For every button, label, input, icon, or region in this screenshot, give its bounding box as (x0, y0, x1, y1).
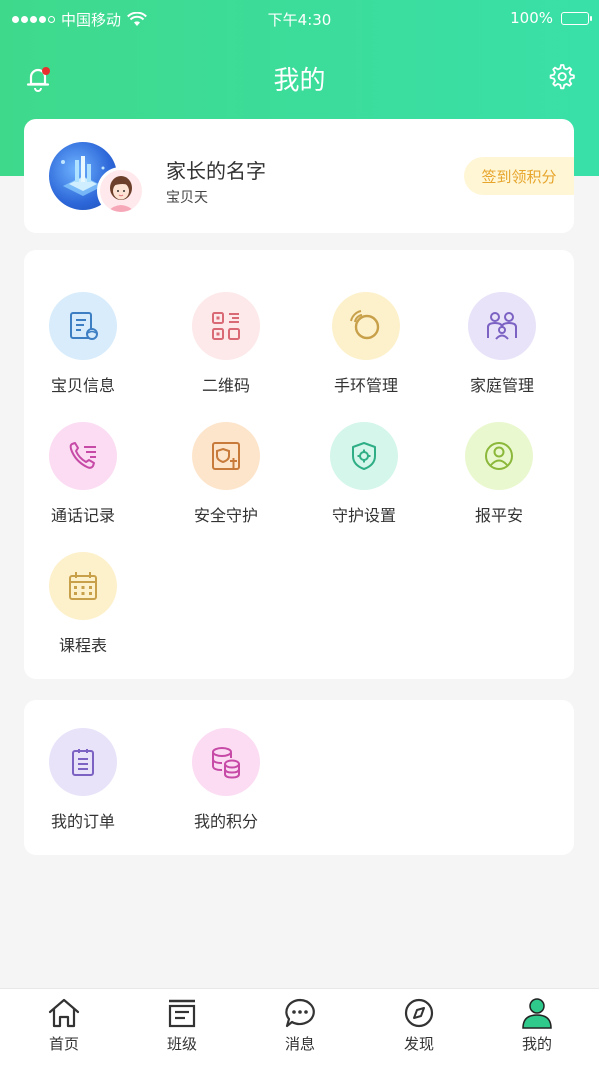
menu-item-guard-settings[interactable]: 守护设置 (304, 422, 424, 526)
bracelet-icon (332, 292, 400, 360)
bottom-tab-bar: 首页 班级 消息 发现 我的 (0, 988, 599, 1066)
tab-label: 班级 (166, 1035, 197, 1053)
menu-item-label: 家庭管理 (469, 376, 534, 395)
menu-item-label: 通话记录 (50, 506, 115, 525)
feature-menu-card: 宝贝信息 二维码 手环管理 家庭管理 通话记录 安全守护 守护设置 报平安 课程… (24, 250, 574, 679)
safety-icon (192, 422, 260, 490)
menu-item-family[interactable]: 家庭管理 (442, 292, 562, 396)
menu-item-baby-info[interactable]: 宝贝信息 (23, 292, 143, 396)
menu-item-schedule[interactable]: 课程表 (23, 552, 143, 656)
menu-item-orders[interactable]: 我的订单 (23, 728, 143, 832)
menu-item-label: 宝贝信息 (50, 376, 115, 395)
guard-settings-icon (330, 422, 398, 490)
tab-mine[interactable]: 我的 (497, 997, 577, 1054)
menu-item-label: 我的订单 (50, 812, 115, 831)
menu-item-safety[interactable]: 安全守护 (166, 422, 286, 526)
tab-label: 我的 (521, 1035, 552, 1053)
page-title: 我的 (273, 66, 326, 96)
orders-card: 我的订单 我的积分 (24, 700, 574, 855)
menu-item-label: 安全守护 (193, 506, 258, 525)
qr-code-icon (192, 292, 260, 360)
checkin-button[interactable]: 签到领积分 (464, 157, 574, 195)
tab-label: 首页 (48, 1035, 79, 1053)
menu-item-label: 二维码 (201, 376, 250, 395)
menu-item-bracelet[interactable]: 手环管理 (306, 292, 426, 396)
girl-avatar-icon (107, 176, 135, 212)
child-name: 宝贝天 (166, 190, 208, 206)
menu-item-label: 守护设置 (331, 506, 396, 525)
menu-item-label: 报平安 (474, 506, 523, 525)
menu-item-label: 手环管理 (333, 376, 398, 395)
tab-label: 发现 (403, 1035, 434, 1053)
menu-item-qr-code[interactable]: 二维码 (166, 292, 286, 396)
compass-icon (404, 998, 434, 1028)
tab-home[interactable]: 首页 (24, 997, 104, 1054)
menu-item-report-safe[interactable]: 报平安 (439, 422, 559, 526)
gear-icon[interactable] (547, 62, 575, 90)
user-icon (522, 998, 552, 1029)
family-icon (468, 292, 536, 360)
schedule-icon (49, 552, 117, 620)
tab-discover[interactable]: 发现 (379, 997, 459, 1054)
parent-name: 家长的名字 (166, 159, 266, 183)
orders-icon (49, 728, 117, 796)
call-log-icon (49, 422, 117, 490)
menu-item-call-log[interactable]: 通话记录 (23, 422, 143, 526)
home-icon (48, 998, 80, 1028)
menu-item-label: 课程表 (58, 636, 107, 655)
menu-item-points[interactable]: 我的积分 (166, 728, 286, 832)
tab-messages[interactable]: 消息 (260, 997, 340, 1054)
tab-label: 消息 (284, 1035, 315, 1053)
class-icon (168, 999, 196, 1028)
battery-icon (561, 11, 592, 25)
battery-status: 100% (510, 9, 592, 27)
child-avatar[interactable] (97, 167, 145, 215)
report-safe-icon (465, 422, 533, 490)
profile-card[interactable]: 家长的名字 宝贝天 签到领积分 (24, 119, 574, 233)
status-bar: 中国移动 下午4:30 100% (0, 0, 599, 38)
tab-class[interactable]: 班级 (142, 997, 222, 1054)
menu-item-label: 我的积分 (193, 812, 258, 831)
battery-percent: 100% (510, 9, 553, 27)
baby-info-icon (49, 292, 117, 360)
message-icon (285, 998, 315, 1028)
points-icon (192, 728, 260, 796)
